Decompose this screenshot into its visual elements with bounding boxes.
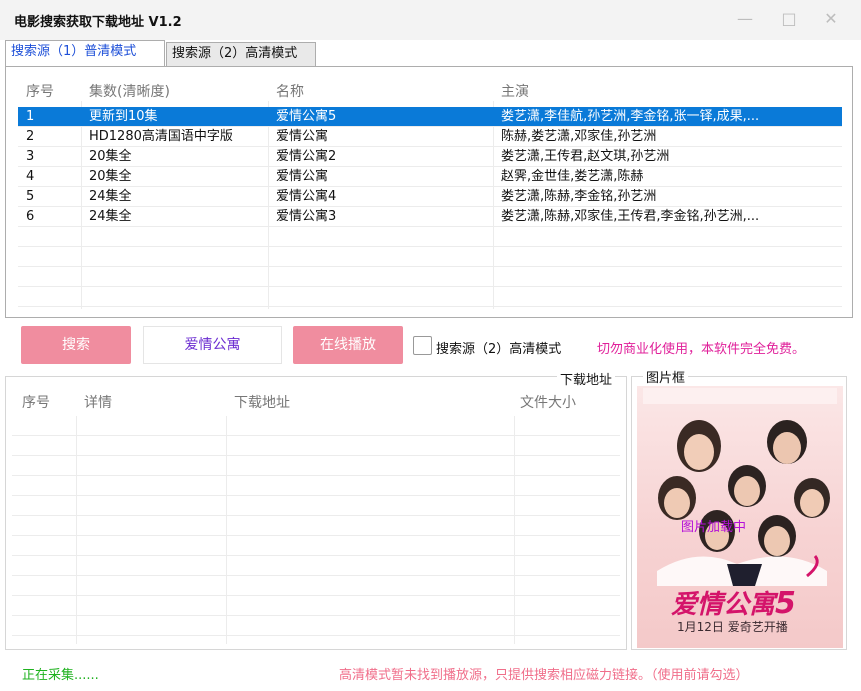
cell-index: 1	[26, 109, 35, 124]
empty-row	[12, 456, 620, 476]
download-group-label: 下载地址	[557, 369, 616, 388]
header-index: 序号	[22, 395, 50, 411]
empty-row	[12, 476, 620, 496]
poster-title-text: 爱情公寓	[671, 590, 776, 620]
title-bar: 电影搜索获取下载地址 V1.2 — □ ✕	[0, 0, 861, 40]
empty-row	[18, 267, 842, 287]
cell-title: 爱情公寓	[276, 129, 329, 144]
download-table[interactable]: 序号 详情 下载地址 文件大小	[12, 388, 620, 644]
cell-cast: 娄艺潇,王传君,赵文琪,孙艺洲	[501, 149, 670, 164]
results-table-header: 序号 集数(清晰度) 名称 主演	[18, 77, 842, 101]
table-row[interactable]: 5 24集全 爱情公寓4 娄艺潇,陈赫,李金铭,孙艺洲	[18, 187, 842, 207]
table-row[interactable]: 6 24集全 爱情公寓3 娄艺潇,陈赫,邓家佳,王传君,李金铭,孙艺洲,...	[18, 207, 842, 227]
empty-row	[12, 516, 620, 536]
cell-index: 5	[26, 189, 35, 204]
header-detail: 详情	[84, 395, 112, 411]
hd-source-checkbox-label: 搜索源（2）高清模式	[436, 342, 562, 357]
header-index: 序号	[26, 84, 54, 100]
empty-row	[12, 596, 620, 616]
header-download-url: 下载地址	[234, 395, 290, 411]
poster-date: 1月12日 爱奇艺开播	[677, 620, 788, 634]
empty-row	[12, 616, 620, 636]
tab-panel-source-1: 序号 集数(清晰度) 名称 主演 1 更新到10集 爱情公寓5 娄艺潇,李佳航,…	[5, 66, 853, 318]
cell-index: 4	[26, 169, 35, 184]
empty-row	[12, 496, 620, 516]
cell-index: 3	[26, 149, 35, 164]
header-episodes: 集数(清晰度)	[89, 84, 170, 100]
cell-cast: 娄艺潇,李佳航,孙艺洲,李金铭,张一铎,成果,...	[501, 109, 760, 124]
play-online-button[interactable]: 在线播放	[293, 326, 403, 364]
status-hd-notice: 高清模式暂未找到播放源，只提供搜索相应磁力链接。（使用前请勾选）	[339, 668, 749, 683]
empty-row	[18, 247, 842, 267]
poster-title-number: 5	[775, 586, 796, 621]
cell-cast: 赵霁,金世佳,娄艺潇,陈赫	[501, 169, 644, 184]
header-file-size: 文件大小	[520, 395, 576, 411]
cell-cast: 娄艺潇,陈赫,李金铭,孙艺洲	[501, 189, 657, 204]
cell-episodes: 更新到10集	[89, 109, 158, 124]
cell-title: 爱情公寓5	[276, 109, 337, 124]
cell-episodes: 20集全	[89, 149, 132, 164]
cell-episodes: 24集全	[89, 209, 132, 224]
empty-row	[18, 287, 842, 307]
cell-episodes: 24集全	[89, 189, 132, 204]
search-input[interactable]: 爱情公寓	[143, 326, 282, 364]
poster-loading-text: 图片加载中	[681, 520, 747, 535]
cell-title: 爱情公寓3	[276, 209, 337, 224]
status-collecting: 正在采集......	[22, 668, 99, 683]
cell-title: 爱情公寓	[276, 169, 329, 184]
cell-episodes: 20集全	[89, 169, 132, 184]
empty-row	[12, 436, 620, 456]
empty-row	[12, 536, 620, 556]
hd-source-checkbox[interactable]	[413, 336, 432, 355]
empty-row	[12, 576, 620, 596]
free-use-notice: 切勿商业化使用，本软件完全免费。	[597, 342, 806, 357]
close-icon[interactable]: ✕	[816, 6, 846, 32]
cell-index: 6	[26, 209, 35, 224]
cell-title: 爱情公寓4	[276, 189, 337, 204]
empty-row	[12, 556, 620, 576]
results-table[interactable]: 序号 集数(清晰度) 名称 主演 1 更新到10集 爱情公寓5 娄艺潇,李佳航,…	[18, 77, 842, 309]
search-button[interactable]: 搜索	[21, 326, 131, 364]
poster-image: 图片加载中 爱情公寓5 1月12日 爱奇艺开播	[637, 386, 843, 648]
empty-row	[12, 416, 620, 436]
cell-index: 2	[26, 129, 35, 144]
download-table-header: 序号 详情 下载地址 文件大小	[12, 388, 620, 412]
cell-title: 爱情公寓2	[276, 149, 337, 164]
tab-source-1[interactable]: 搜索源（1）普清模式	[5, 40, 165, 66]
minimize-icon[interactable]: —	[730, 6, 760, 32]
maximize-icon[interactable]: □	[774, 6, 804, 32]
table-row[interactable]: 3 20集全 爱情公寓2 娄艺潇,王传君,赵文琪,孙艺洲	[18, 147, 842, 167]
empty-row	[18, 227, 842, 247]
table-row[interactable]: 1 更新到10集 爱情公寓5 娄艺潇,李佳航,孙艺洲,李金铭,张一铎,成果,..…	[18, 107, 842, 127]
table-row[interactable]: 2 HD1280高清国语中字版 爱情公寓 陈赫,娄艺潇,邓家佳,孙艺洲	[18, 127, 842, 147]
poster-title: 爱情公寓5	[671, 584, 796, 621]
table-row[interactable]: 4 20集全 爱情公寓 赵霁,金世佳,娄艺潇,陈赫	[18, 167, 842, 187]
cell-episodes: HD1280高清国语中字版	[89, 129, 233, 144]
cell-cast: 娄艺潇,陈赫,邓家佳,王传君,李金铭,孙艺洲,...	[501, 209, 760, 224]
picture-group-label: 图片框	[643, 367, 689, 386]
tab-source-2[interactable]: 搜索源（2）高清模式	[166, 42, 316, 66]
header-title: 名称	[276, 84, 304, 100]
cell-cast: 陈赫,娄艺潇,邓家佳,孙艺洲	[501, 129, 657, 144]
header-cast: 主演	[501, 84, 529, 100]
window-title: 电影搜索获取下载地址 V1.2	[14, 15, 182, 30]
